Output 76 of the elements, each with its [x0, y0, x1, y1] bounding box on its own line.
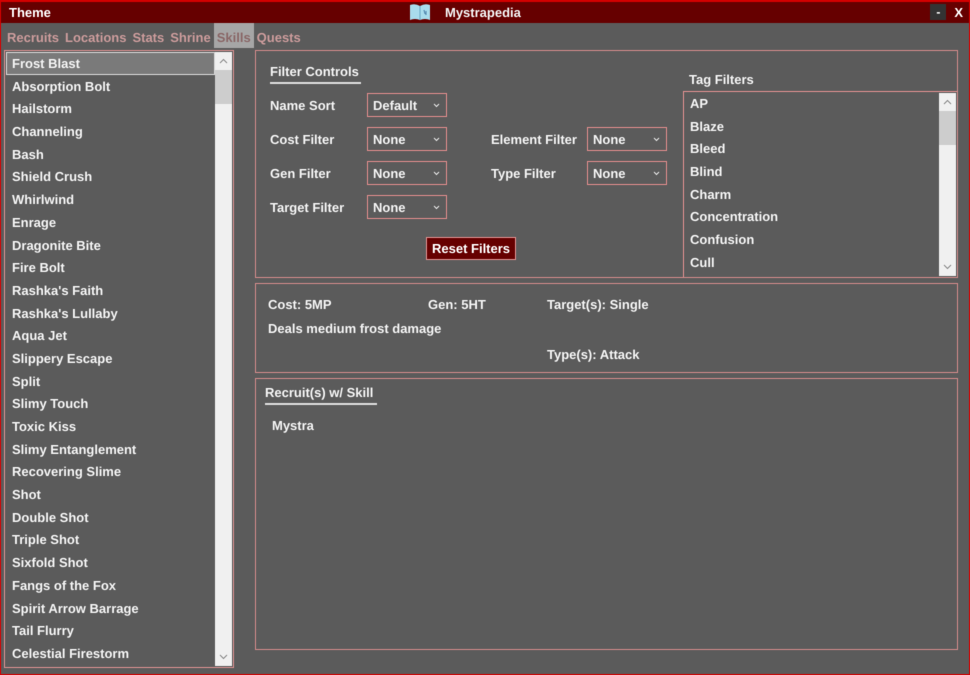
skill-list-item[interactable]: Toxic Kiss [6, 415, 215, 438]
chevron-down-icon [433, 170, 440, 176]
skill-types: Type(s): Attack [547, 347, 640, 364]
skill-list-item[interactable]: Double Shot [6, 506, 215, 528]
skill-list-item[interactable]: Rashka's Faith [6, 278, 215, 302]
skill-list-item[interactable]: Absorption Bolt [6, 74, 215, 98]
filter-dropdown[interactable]: Default [367, 93, 447, 117]
skill-list-item[interactable]: Recovering Slime [6, 460, 215, 484]
filter-label: Gen Filter [270, 166, 332, 180]
skill-list-item[interactable]: Triple Shot [6, 528, 215, 552]
chevron-down-icon [433, 136, 440, 142]
skill-list-item[interactable]: Channeling [6, 120, 215, 143]
skill-list-item[interactable]: Hailstorm [6, 97, 215, 120]
skill-list-item[interactable]: Enrage [6, 210, 215, 234]
skill-description: Deals medium frost damage [268, 321, 442, 338]
skill-list-item[interactable]: Slimy Entanglement [6, 438, 215, 460]
tag-filters-heading: Tag Filters [688, 71, 755, 89]
book-icon [409, 3, 431, 21]
recruits-heading: Recruit(s) w/ Skill [265, 385, 378, 405]
filter-label: Element Filter [491, 132, 578, 146]
reset-filters-button[interactable]: Reset Filters [426, 237, 516, 260]
skill-list-item[interactable]: Fangs of the Fox [6, 574, 215, 596]
recruit-name[interactable]: Mystra [265, 405, 957, 433]
chevron-down-icon [653, 170, 660, 176]
scroll-up-icon [219, 58, 228, 64]
tag-list-item[interactable]: Concentration [685, 206, 939, 230]
skill-list-item[interactable]: Dragonite Bite [6, 234, 215, 256]
theme-menu[interactable]: Theme [1, 5, 51, 20]
skill-list-item[interactable]: Aqua Jet [6, 324, 215, 347]
scrollbar-thumb[interactable] [215, 70, 232, 104]
skill-list-item[interactable]: Split [6, 370, 215, 392]
tag-list-item[interactable]: Blaze [685, 116, 939, 138]
tag-list-item[interactable]: Bleed [685, 138, 939, 162]
filter-dropdown[interactable]: None [587, 127, 667, 151]
tag-list-item[interactable]: Charm [685, 184, 939, 206]
skill-list-item[interactable]: Tail Flurry [6, 619, 215, 642]
skill-gen: Gen: 5HT [428, 297, 487, 314]
tag-list-item[interactable]: AP [685, 93, 939, 116]
filter-dropdown[interactable]: None [367, 127, 447, 151]
skill-list-item[interactable]: Shot [6, 483, 215, 506]
scroll-down-icon [219, 654, 228, 660]
skill-list-item[interactable]: Bash [6, 142, 215, 166]
tag-list-item[interactable]: Cull [685, 252, 939, 274]
skill-list-item[interactable]: Whirlwind [6, 188, 215, 211]
minimize-button[interactable]: - [930, 4, 946, 20]
tag-list-item[interactable]: Confusion [685, 229, 939, 252]
close-button[interactable]: X [952, 4, 965, 20]
window-title: Mystrapedia [445, 4, 521, 20]
skill-list-item[interactable]: Frost Blast [6, 52, 215, 75]
skill-cost: Cost: 5MP [268, 297, 333, 314]
filter-controls-heading: Filter Controls [270, 64, 361, 84]
scrollbar[interactable] [215, 52, 232, 666]
skill-list-item[interactable]: Shield Crush [6, 165, 215, 188]
skill-list-item[interactable]: Spirit Arrow Barrage [6, 596, 215, 620]
scrollbar[interactable] [939, 93, 956, 276]
skill-list-item[interactable]: Slimy Touch [6, 392, 215, 415]
skill-list-item[interactable]: Slippery Escape [6, 346, 215, 370]
filter-label: Target Filter [270, 200, 346, 214]
filter-dropdown[interactable]: None [587, 161, 667, 185]
filter-dropdown[interactable]: None [367, 195, 447, 219]
skill-list-item[interactable]: Fire Bolt [6, 256, 215, 279]
filter-label: Type Filter [491, 166, 557, 180]
skill-list-item[interactable]: Celestial Firestorm [6, 642, 215, 665]
chevron-down-icon [653, 136, 660, 142]
skill-list-item[interactable]: Sixfold Shot [6, 551, 215, 574]
tag-list-item[interactable]: Blind [685, 161, 939, 184]
scroll-down-icon [943, 264, 952, 270]
skill-list-item[interactable]: Rashka's Lullaby [6, 302, 215, 324]
filter-dropdown[interactable]: None [367, 161, 447, 185]
filter-label: Name Sort [270, 98, 336, 112]
scrollbar-thumb[interactable] [939, 111, 956, 145]
skill-targets: Target(s): Single [547, 297, 650, 314]
chevron-down-icon [433, 204, 440, 210]
chevron-down-icon [433, 102, 440, 108]
scroll-up-icon [943, 99, 952, 105]
filter-label: Cost Filter [270, 132, 336, 146]
